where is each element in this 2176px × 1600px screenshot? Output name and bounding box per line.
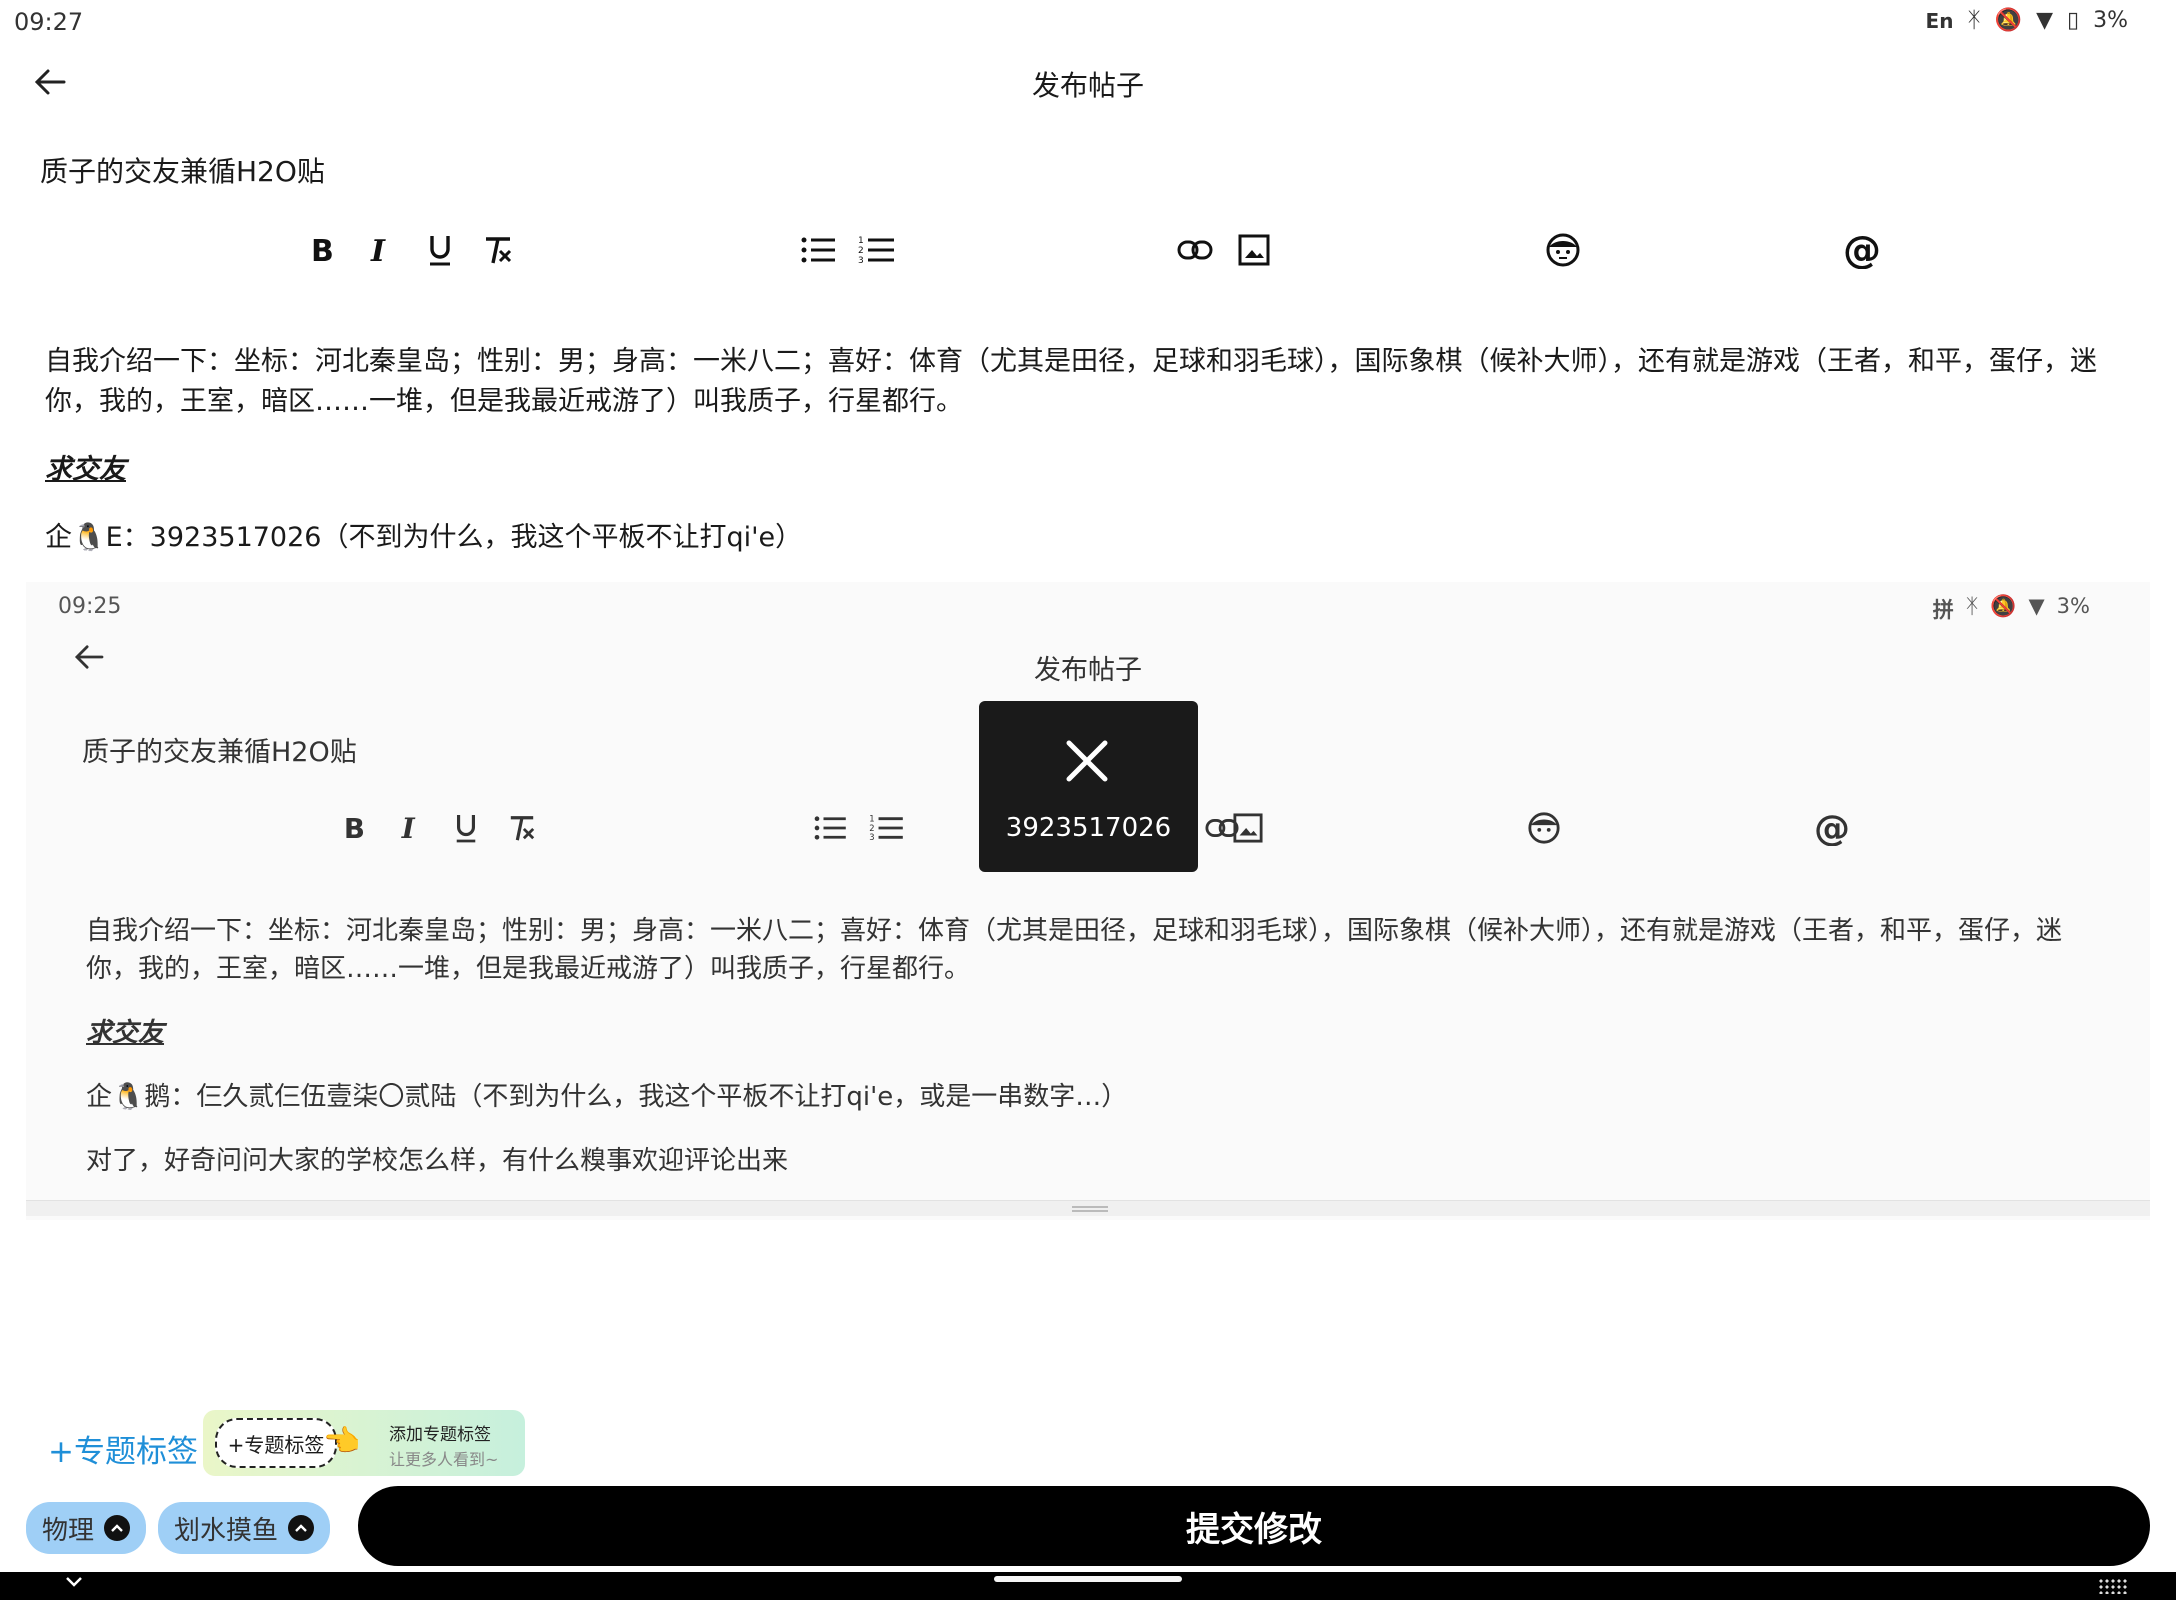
bluetooth-icon: ᛡ — [1967, 8, 1981, 33]
bold-icon[interactable]: B — [300, 228, 344, 272]
page-title: 发布帖子 — [1031, 69, 1144, 102]
embedded-contact-paragraph: 企🐧鹅：仨久贰仨伍壹柒〇贰陆（不到为什么，我这个平板不让打qi'e，或是一串数字… — [86, 1082, 1128, 1112]
svg-text:3: 3 — [869, 832, 874, 842]
embedded-image-icon — [1226, 806, 1270, 850]
wifi-icon: ▼ — [2036, 8, 2053, 33]
emoji-icon[interactable] — [1541, 228, 1585, 272]
topic-tag-promo-banner[interactable]: +专题标签 👈 添加专题标签 让更多人看到~ — [203, 1410, 525, 1476]
status-time: 09:27 — [14, 8, 84, 36]
chevron-down-icon[interactable] — [64, 1574, 84, 1593]
embedded-battery-percent: 3% — [2056, 594, 2090, 618]
embedded-underline-icon — [444, 806, 488, 850]
embedded-emoji-icon — [1522, 806, 1566, 850]
close-icon — [1063, 737, 1111, 789]
post-title-input[interactable]: 质子的交友兼循H2O贴 — [40, 150, 325, 190]
numbered-list-icon[interactable]: 123 — [854, 228, 898, 272]
battery-icon: ▯ — [2066, 8, 2080, 33]
tag-label: 划水摸鱼 — [174, 1515, 279, 1546]
embedded-question-paragraph: 对了，好奇问问大家的学校怎么样，有什么糗事欢迎评论出来 — [86, 1146, 789, 1176]
embedded-status-icons: 拼 ᛡ 🔕 ▼ 3% — [1933, 594, 2090, 624]
embedded-drag-handle-icon — [1072, 1206, 1108, 1212]
svg-text:@: @ — [1843, 231, 1881, 269]
add-topic-tag-link[interactable]: +专题标签 — [48, 1426, 198, 1471]
embedded-clear-format-icon — [500, 806, 544, 850]
underline-icon[interactable] — [418, 228, 462, 272]
toast-text: 3923517026 — [1005, 813, 1172, 843]
pointing-hand-icon: 👈 — [323, 1424, 361, 1459]
system-nav-bar — [0, 1572, 2176, 1600]
embedded-page-title: 发布帖子 — [1034, 655, 1142, 686]
svg-text:B: B — [344, 814, 365, 842]
input-method-indicator: En — [1925, 8, 1954, 33]
mention-icon[interactable]: @ — [1840, 228, 1884, 272]
svg-text:B: B — [311, 235, 334, 265]
clear-format-icon[interactable] — [476, 228, 520, 272]
heading-seeking-friends: 求交友 — [45, 454, 126, 485]
embedded-muted-bell-icon: 🔕 — [1990, 594, 2017, 618]
tag-chip-physics[interactable]: 物理 — [26, 1502, 147, 1554]
embedded-bullet-list-icon — [808, 806, 852, 850]
embedded-bold-icon: B — [332, 806, 376, 850]
svg-text:I: I — [401, 814, 416, 842]
status-bar: 09:27 En ᛡ 🔕 ▼ ▯ 3% — [0, 0, 2176, 44]
battery-percent: 3% — [2093, 8, 2128, 33]
post-content-editor[interactable]: 自我介绍一下：坐标：河北秦皇岛；性别：男；身高：一米八二；喜好：体育（尤其是田径… — [45, 342, 2125, 586]
muted-bell-icon: 🔕 — [1994, 8, 2023, 33]
status-icons: En ᛡ 🔕 ▼ ▯ 3% — [1926, 8, 2128, 33]
format-toolbar: B I 123 @ — [0, 228, 2176, 272]
embedded-heading-seeking-friends: 求交友 — [86, 1018, 165, 1048]
tag-chip-slacking[interactable]: 划水摸鱼 — [158, 1502, 331, 1554]
svg-text:@: @ — [1814, 810, 1850, 846]
intro-paragraph: 自我介绍一下：坐标：河北秦皇岛；性别：男；身高：一米八二；喜好：体育（尤其是田径… — [45, 346, 2097, 417]
submit-button[interactable]: 提交修改 — [358, 1486, 2150, 1566]
keyboard-icon[interactable] — [2098, 1578, 2128, 1594]
embedded-italic-icon: I — [388, 806, 432, 850]
link-icon[interactable] — [1173, 228, 1217, 272]
italic-icon[interactable]: I — [358, 228, 402, 272]
embedded-post-content: 自我介绍一下：坐标：河北秦皇岛；性别：男；身高：一米八二；喜好：体育（尤其是田径… — [86, 912, 2076, 1206]
copied-toast: 3923517026 — [979, 701, 1198, 872]
promo-subtitle: 让更多人看到~ — [389, 1450, 499, 1469]
embedded-post-title: 质子的交友兼循H2O贴 — [82, 737, 357, 768]
embedded-intro-paragraph: 自我介绍一下：坐标：河北秦皇岛；性别：男；身高：一米八二；喜好：体育（尤其是田径… — [86, 916, 2063, 984]
embedded-bluetooth-icon: ᛡ — [1965, 594, 1979, 618]
bullet-list-icon[interactable] — [796, 228, 840, 272]
svg-text:1: 1 — [858, 236, 864, 246]
svg-text:3: 3 — [858, 256, 864, 265]
tag-label: 物理 — [42, 1515, 95, 1546]
promo-title: 添加专题标签 — [389, 1425, 491, 1445]
chevron-up-icon[interactable] — [104, 1515, 131, 1541]
embedded-numbered-list-icon: 123 — [864, 806, 908, 850]
chevron-up-icon[interactable] — [288, 1515, 315, 1541]
embedded-status-time: 09:25 — [58, 594, 122, 619]
promo-topic-chip: +专题标签 — [215, 1418, 337, 1468]
embedded-mention-icon: @ — [1810, 806, 1854, 850]
selected-tags: 物理 划水摸鱼 — [26, 1502, 331, 1554]
contact-paragraph: 企🐧E：3923517026（不到为什么，我这个平板不让打qi'e） — [45, 522, 803, 553]
home-gesture-handle[interactable] — [994, 1576, 1182, 1582]
svg-text:2: 2 — [858, 246, 864, 256]
embedded-input-method: 拼 — [1932, 598, 1954, 622]
embedded-screenshot-image[interactable]: 09:25 拼 ᛡ 🔕 ▼ 3% 发布帖子 质子的交友兼循H2O贴 B I 1 … — [26, 582, 2150, 1220]
svg-text:I: I — [370, 235, 386, 265]
embedded-wifi-icon: ▼ — [2028, 594, 2045, 618]
app-bar: 发布帖子 — [0, 44, 2176, 122]
image-icon[interactable] — [1232, 228, 1276, 272]
